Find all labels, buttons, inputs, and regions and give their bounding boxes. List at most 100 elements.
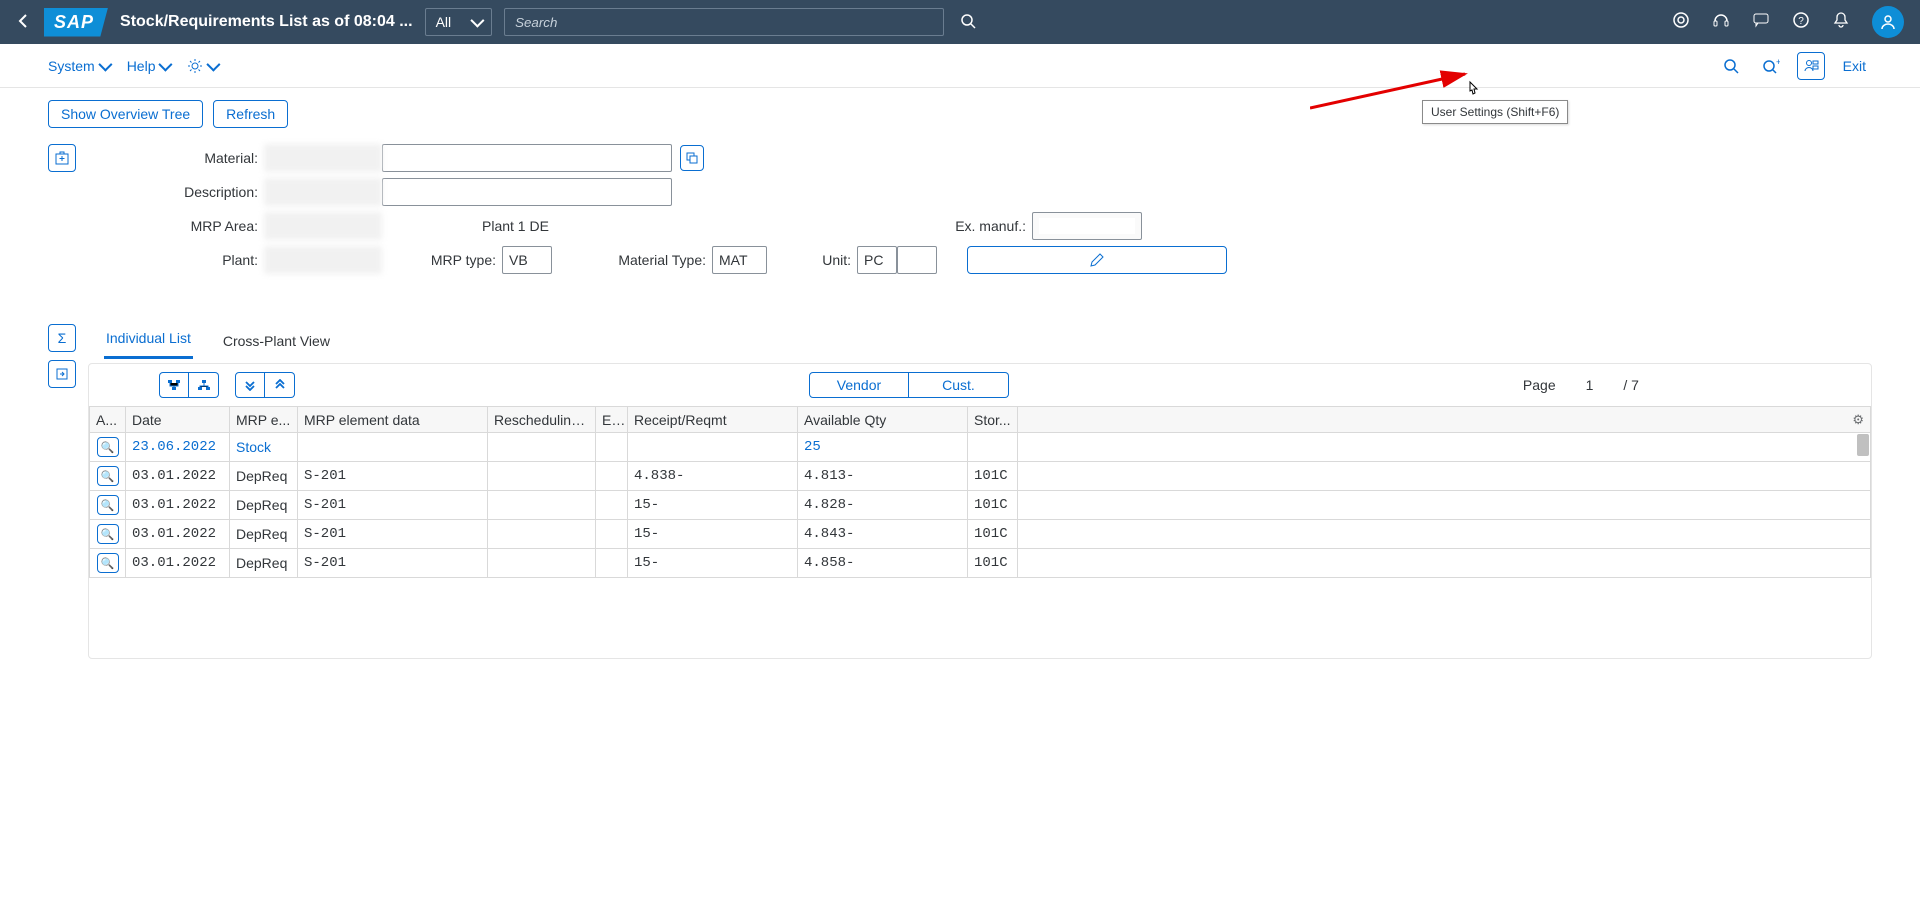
expand-all-icon[interactable] [235,372,265,398]
cell-date: 03.01.2022 [126,462,230,491]
material-label: Material: [84,150,264,166]
global-search-input[interactable] [504,8,944,36]
menu-system[interactable]: System [48,58,109,74]
detail-icon[interactable]: 🔍 [97,437,119,457]
find-next-icon[interactable]: + [1757,52,1785,80]
cell-rest [1018,491,1871,520]
tab-cross-plant-view[interactable]: Cross-Plant View [221,327,332,359]
unit-value: PC [857,246,897,274]
search-icon[interactable] [960,13,976,32]
table-row[interactable]: 🔍03.01.2022DepReqS-2014.838-4.813-101C [90,462,1871,491]
cell-rest [1018,520,1871,549]
detail-icon[interactable]: 🔍 [97,524,119,544]
scroll-thumb[interactable] [1857,434,1869,456]
page-label: Page [1523,377,1556,393]
table-row[interactable]: 🔍03.01.2022DepReqS-20115-4.843-101C [90,520,1871,549]
show-tree-icon[interactable] [159,372,189,398]
change-material-button[interactable] [967,246,1227,274]
menu-help[interactable]: Help [127,58,170,74]
table-header-row: A... Date MRP e... MRP element data Resc… [90,407,1871,433]
cell-date: 23.06.2022 [126,433,230,462]
menu-more[interactable] [187,58,217,74]
table-row[interactable]: 🔍03.01.2022DepReqS-20115-4.858-101C [90,549,1871,578]
detail-icon[interactable]: 🔍 [97,495,119,515]
col-mrpe[interactable]: MRP e... [230,407,298,433]
cell-resched [488,491,596,520]
cust-button[interactable]: Cust. [909,372,1009,398]
table-row[interactable]: 🔍03.01.2022DepReqS-20115-4.828-101C [90,491,1871,520]
user-settings-button[interactable] [1797,52,1825,80]
chevron-down-icon [471,14,481,30]
cell-available: 4.813- [798,462,968,491]
tab-individual-list[interactable]: Individual List [104,324,193,359]
cell-receipt [628,433,798,462]
export-icon[interactable] [48,360,76,388]
detail-icon[interactable]: 🔍 [97,553,119,573]
material-input[interactable] [382,144,672,172]
header-form: Material: Description: MRP Area: Plant 1… [0,140,1920,294]
gear-icon [187,58,203,74]
page-title: Stock/Requirements List as of 08:04 ... [120,13,413,31]
cell-mrp-data: S-201 [298,462,488,491]
cell-date: 03.01.2022 [126,491,230,520]
feedback-icon[interactable] [1752,11,1770,34]
col-recr[interactable]: Receipt/Reqmt [628,407,798,433]
menu-bar: System Help + Exit [0,44,1920,88]
show-overview-tree-button[interactable]: Show Overview Tree [48,100,203,128]
cell-receipt: 4.838- [628,462,798,491]
col-mrped[interactable]: MRP element data [298,407,488,433]
plant-label: Plant: [84,252,264,268]
cell-stor: 101C [968,491,1018,520]
cell-available: 4.843- [798,520,968,549]
vendor-button[interactable]: Vendor [809,372,909,398]
menu-help-label: Help [127,58,156,74]
back-icon[interactable] [16,13,32,32]
refresh-button[interactable]: Refresh [213,100,288,128]
table-settings-icon[interactable]: ⚙ [1852,412,1864,428]
cell-rest [1018,549,1871,578]
scope-select[interactable]: All [425,8,493,36]
chevron-down-icon [99,58,109,74]
bell-icon[interactable] [1832,11,1850,34]
table-toolbar: Vendor Cust. Page 1 / 7 [89,364,1871,406]
col-resch[interactable]: Rescheduling... [488,407,596,433]
headset-icon[interactable] [1712,11,1730,34]
exit-button[interactable]: Exit [1837,58,1872,74]
cell-mrp-elem: Stock [230,433,298,462]
value-help-icon[interactable] [680,145,704,171]
mrp-area-label: MRP Area: [84,218,264,234]
help-icon[interactable]: ? [1792,11,1810,34]
description-input[interactable] [382,178,672,206]
pager: Page 1 / 7 [1523,377,1639,393]
cell-receipt: 15- [628,549,798,578]
scope-select-label: All [436,14,452,30]
circle-icon[interactable] [1672,11,1690,34]
sum-icon[interactable]: Σ [48,324,76,352]
table-row[interactable]: 🔍23.06.2022Stock25 [90,433,1871,462]
collapse-all-icon[interactable] [265,372,295,398]
ex-manuf-input[interactable] [1032,212,1142,240]
page-current: 1 [1586,377,1594,393]
find-icon[interactable] [1717,52,1745,80]
shell-actions: ? [1672,6,1904,38]
col-e[interactable]: E... [596,407,628,433]
user-avatar[interactable] [1872,6,1904,38]
col-rest: ⚙ [1018,407,1871,433]
unit-extra-input[interactable] [897,246,937,274]
page-total: / 7 [1623,377,1639,393]
cell-e [596,549,628,578]
cell-mrp-data [298,433,488,462]
detail-icon[interactable]: 🔍 [97,466,119,486]
cell-stor: 101C [968,462,1018,491]
cell-date: 03.01.2022 [126,549,230,578]
menu-system-label: System [48,58,95,74]
plant-name-text: Plant 1 DE [482,218,682,234]
cell-resched [488,433,596,462]
create-favorite-button[interactable] [48,144,76,172]
col-a[interactable]: A... [90,407,126,433]
col-stor[interactable]: Stor... [968,407,1018,433]
col-avail[interactable]: Available Qty [798,407,968,433]
col-date[interactable]: Date [126,407,230,433]
tree-group [159,372,219,398]
show-tree-alt-icon[interactable] [189,372,219,398]
